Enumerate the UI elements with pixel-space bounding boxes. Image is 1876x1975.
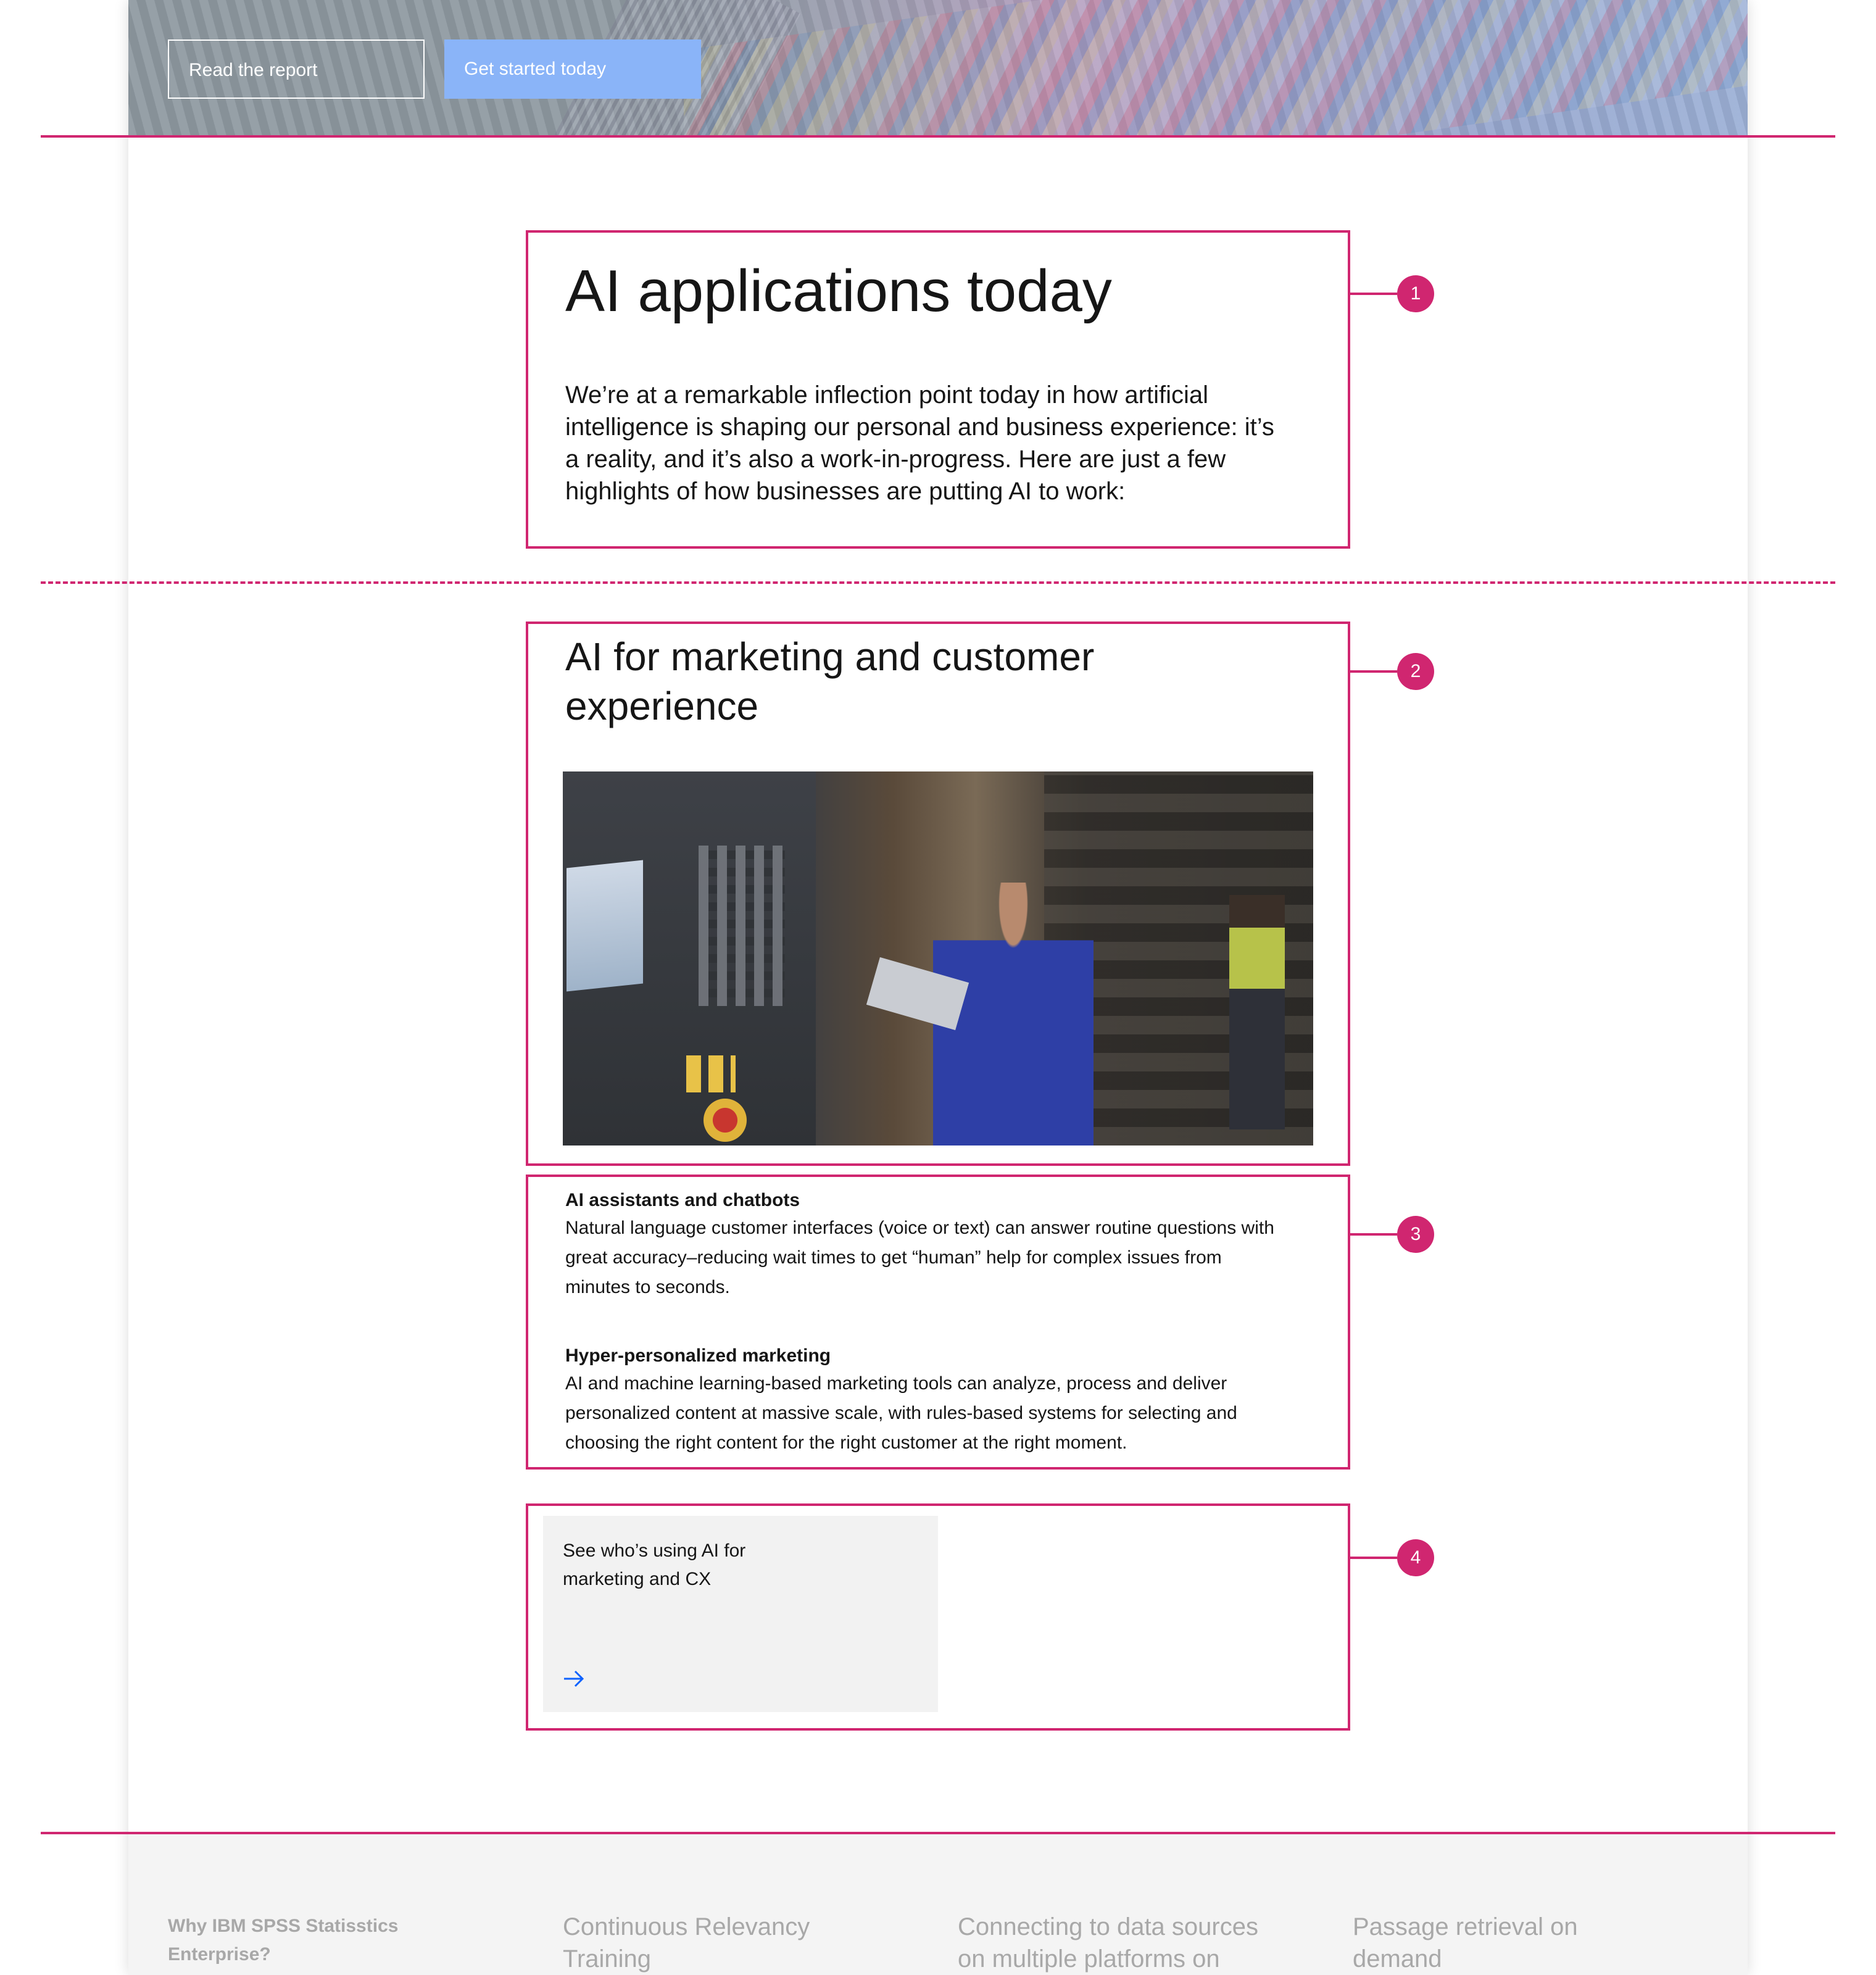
see-whos-using-ai-tile[interactable]: See who’s using AI for marketing and CX — [543, 1516, 938, 1712]
footer: Why IBM SPSS Statisstics Enterprise? Con… — [128, 1834, 1748, 1975]
annotation-marker-3: 3 — [1397, 1216, 1434, 1253]
section-divider-top — [41, 135, 1835, 138]
item-title-personalized-marketing: Hyper-personalized marketing — [565, 1345, 831, 1366]
page-title: AI applications today — [565, 258, 1112, 324]
hero-containers-texture — [684, 0, 1748, 137]
tile-label: See who’s using AI for marketing and CX — [563, 1540, 746, 1589]
yellow-buttons-shape — [686, 1055, 736, 1092]
footer-link-data-sources[interactable]: Connecting to data sources on multiple p… — [958, 1911, 1279, 1975]
section-divider-dashed — [41, 581, 1835, 584]
footer-heading: Why IBM SPSS Statisstics Enterprise? — [168, 1916, 399, 1965]
annotation-leader-3 — [1350, 1233, 1397, 1236]
factory-worker-image — [563, 771, 1313, 1146]
background-worker-shape — [1229, 895, 1285, 1129]
keypad-shape — [699, 846, 785, 1006]
footer-link-relevancy-training[interactable]: Continuous Relevancy Training — [563, 1911, 884, 1975]
section-heading: AI for marketing and customer experience — [565, 634, 1095, 728]
emergency-stop-shape — [704, 1099, 747, 1142]
footer-link-passage-retrieval[interactable]: Passage retrieval on demand — [1353, 1911, 1674, 1975]
get-started-button[interactable]: Get started today — [444, 40, 701, 99]
item-body-personalized-marketing: AI and machine learning-based marketing … — [565, 1373, 1237, 1453]
read-report-button[interactable]: Read the report — [168, 40, 425, 99]
annotation-marker-1: 1 — [1397, 275, 1434, 312]
arrow-right-icon — [564, 1670, 584, 1687]
annotation-leader-4 — [1350, 1557, 1397, 1559]
intro-paragraph: We’re at a remarkable inflection point t… — [565, 381, 1274, 505]
item-body-chatbots: Natural language customer interfaces (vo… — [565, 1218, 1274, 1297]
control-screen-shape — [567, 860, 643, 992]
annotation-leader-2 — [1350, 670, 1397, 673]
annotation-marker-4: 4 — [1397, 1539, 1434, 1576]
item-title-chatbots: AI assistants and chatbots — [565, 1190, 800, 1210]
annotation-marker-2: 2 — [1397, 653, 1434, 690]
annotation-leader-1 — [1350, 293, 1397, 295]
page: Read the report Get started today 1 AI a… — [0, 0, 1876, 1975]
